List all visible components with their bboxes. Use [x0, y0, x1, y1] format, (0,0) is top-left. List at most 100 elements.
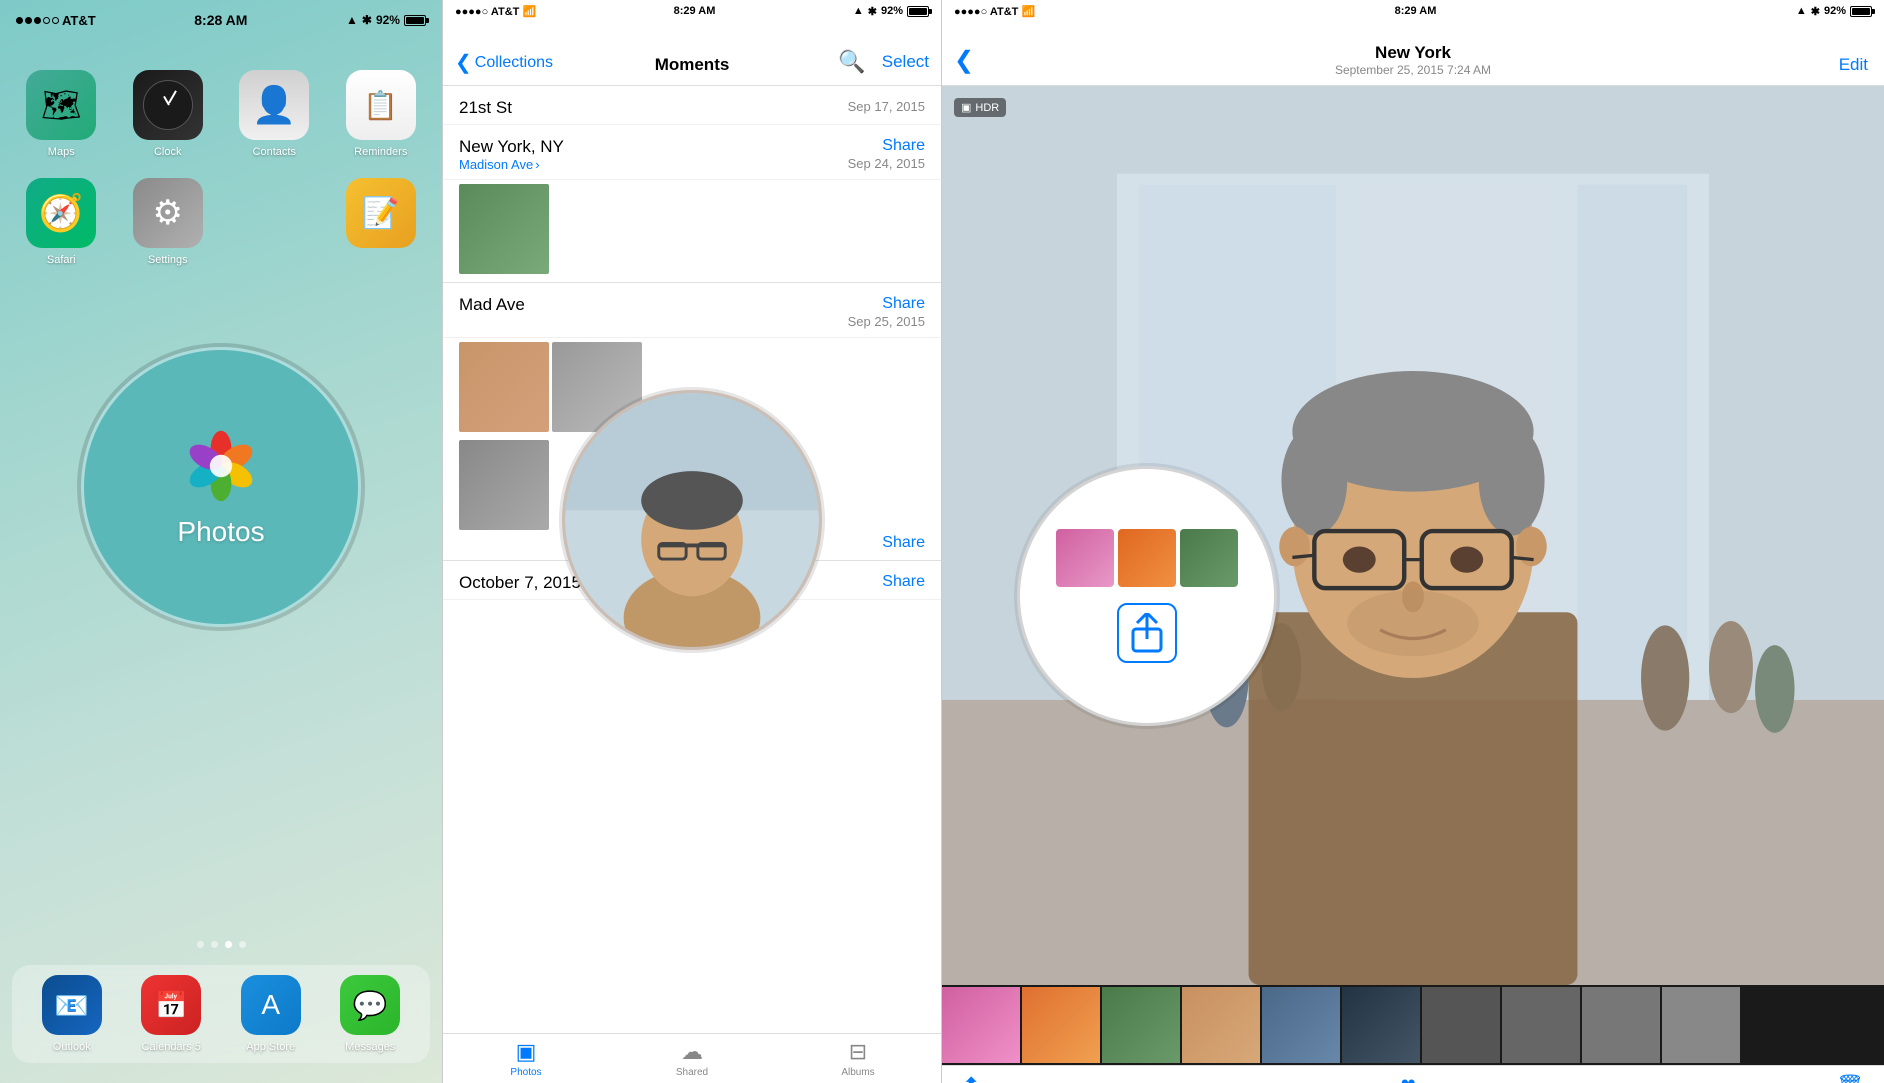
collections-back-button[interactable]: ❮ Collections — [455, 50, 553, 75]
strip-thumb-1[interactable] — [942, 987, 1020, 1063]
app-item-yellow[interactable]: 📝 — [338, 178, 425, 266]
search-button[interactable]: 🔍 — [838, 49, 865, 75]
moment-madave-share[interactable]: Share — [848, 295, 925, 313]
clock-app-icon[interactable] — [133, 70, 203, 140]
contacts-icon-symbol: 👤 — [252, 84, 297, 126]
strip-thumb-9[interactable] — [1582, 987, 1660, 1063]
share-thumb-3[interactable] — [1180, 529, 1238, 587]
wifi-p2: 📶 — [522, 6, 536, 18]
moment-ny-share[interactable]: Share — [848, 137, 925, 155]
strip-thumb-8[interactable] — [1502, 987, 1580, 1063]
strip-thumb-10[interactable] — [1662, 987, 1740, 1063]
share-action-button[interactable]: ⬆ — [962, 1073, 980, 1083]
photos-zoom-circle[interactable]: Photos — [81, 347, 361, 627]
share-thumb-2[interactable] — [1118, 529, 1176, 587]
tab-shared-label: Shared — [676, 1067, 708, 1078]
signal-p2: ●●●●○ — [455, 6, 488, 18]
photo-detail-back-button[interactable]: ❮ — [954, 46, 974, 75]
calendars-app-icon[interactable]: 📅 — [141, 975, 201, 1035]
reminders-icon-symbol: 📋 — [363, 89, 398, 122]
app-grid: 🗺 Maps Clock 👤 Contacts 📋 Reminders — [0, 50, 442, 286]
dock-item-messages[interactable]: 💬 Messages — [340, 975, 400, 1053]
app-item-clock[interactable]: Clock — [125, 70, 212, 158]
yellow-app-icon[interactable]: 📝 — [346, 178, 416, 248]
battery-percent-p1: 92% — [376, 13, 400, 27]
delete-button[interactable]: 🗑 — [1836, 1073, 1864, 1083]
contacts-app-icon[interactable]: 👤 — [239, 70, 309, 140]
moment-21st-date: Sep 17, 2015 — [848, 99, 925, 114]
strip-thumb-2[interactable] — [1022, 987, 1100, 1063]
home-screen-panel: AT&T 8:28 AM ▲ ✱ 92% 🗺 Maps Clock — [0, 0, 442, 1083]
app-item-contacts[interactable]: 👤 Contacts — [231, 70, 318, 158]
calendars-app-label: Calendars 5 — [142, 1041, 201, 1053]
app-item-maps[interactable]: 🗺 Maps — [18, 70, 105, 158]
status-left-p3: ●●●●○ AT&T 📶 — [954, 5, 1035, 18]
wifi-p3: 📶 — [1021, 6, 1035, 18]
photo-thumb-watch[interactable] — [459, 440, 549, 530]
maps-app-icon[interactable]: 🗺 — [26, 70, 96, 140]
strip-thumb-6[interactable] — [1342, 987, 1420, 1063]
edit-button[interactable]: Edit — [1839, 55, 1868, 75]
battery-icon-p1 — [404, 15, 426, 26]
hdr-label: HDR — [975, 102, 999, 114]
bt-p3: ✱ — [1811, 5, 1820, 18]
app-item-reminders[interactable]: 📋 Reminders — [338, 70, 425, 158]
reminders-app-label: Reminders — [354, 146, 407, 158]
battery-fill-p2 — [909, 8, 927, 15]
messages-app-icon[interactable]: 💬 — [340, 975, 400, 1035]
strip-thumb-current[interactable] — [1182, 987, 1260, 1063]
heart-button[interactable]: ♥ — [1401, 1070, 1416, 1083]
photo-thumb-green[interactable] — [459, 184, 549, 274]
settings-app-icon[interactable]: ⚙ — [133, 178, 203, 248]
dock-item-appstore[interactable]: A App Store — [241, 975, 301, 1053]
tab-shared[interactable]: ☁ Shared — [609, 1039, 775, 1078]
face-svg — [565, 393, 819, 647]
outlook-app-icon[interactable]: 📧 — [42, 975, 102, 1035]
gps-p3: ▲ — [1796, 5, 1807, 17]
clock-app-label: Clock — [154, 146, 182, 158]
strip-thumb-3[interactable] — [1102, 987, 1180, 1063]
strip-thumb-5[interactable] — [1262, 987, 1340, 1063]
reminders-app-icon[interactable]: 📋 — [346, 70, 416, 140]
contacts-app-label: Contacts — [253, 146, 296, 158]
page-dot-1 — [197, 941, 204, 948]
app-item-settings[interactable]: ⚙ Settings — [125, 178, 212, 266]
moment-madave-date-share: Share Sep 25, 2015 — [848, 295, 925, 331]
hdr-badge: ▣ HDR — [954, 98, 1006, 117]
moment-ny-sublocation[interactable]: Madison Ave › — [459, 157, 564, 172]
share-upload-button[interactable] — [1117, 603, 1177, 663]
moment-oct7-share[interactable]: Share — [882, 573, 925, 591]
signal-dot-4 — [43, 17, 50, 24]
appstore-app-label: App Store — [246, 1041, 295, 1053]
moment-ny-location-block: New York, NY Madison Ave › — [459, 137, 564, 172]
signal-strength — [16, 17, 59, 24]
tab-photos[interactable]: ▣ Photos — [443, 1039, 609, 1078]
strip-thumb-7[interactable] — [1422, 987, 1500, 1063]
carrier-p2: AT&T — [491, 6, 523, 18]
moment-group-21st: 21st St Sep 17, 2015 — [443, 86, 941, 125]
app-item-safari[interactable]: 🧭 Safari — [18, 178, 105, 266]
share-link-2[interactable]: Share — [882, 534, 925, 551]
gps-icon: ▲ — [346, 13, 358, 27]
share-thumb-1[interactable] — [1056, 529, 1114, 587]
signal-dot-5 — [52, 17, 59, 24]
messages-icon-symbol: 💬 — [353, 989, 388, 1022]
moment-header-21st: 21st St Sep 17, 2015 — [443, 86, 941, 125]
battery-fill-p1 — [406, 17, 424, 24]
tab-albums[interactable]: ⊟ Albums — [775, 1039, 941, 1078]
photo-bottom-actions: ⬆ ♥ 🗑 — [942, 1065, 1884, 1083]
photo-thumb-face[interactable] — [459, 342, 549, 432]
photo-detail-panel: ●●●●○ AT&T 📶 8:29 AM ▲ ✱ 92% ❮ New York … — [942, 0, 1884, 1083]
safari-app-label: Safari — [47, 254, 76, 266]
dock-item-calendars[interactable]: 📅 Calendars 5 — [141, 975, 201, 1053]
photo-thumbnail-strip[interactable] — [942, 985, 1884, 1065]
status-bar-panel1: AT&T 8:28 AM ▲ ✱ 92% — [0, 0, 442, 40]
dock-item-outlook[interactable]: 📧 Outlook — [42, 975, 102, 1053]
safari-app-icon[interactable]: 🧭 — [26, 178, 96, 248]
tab-albums-icon: ⊟ — [849, 1039, 867, 1065]
select-button[interactable]: Select — [882, 52, 929, 72]
appstore-app-icon[interactable]: A — [241, 975, 301, 1035]
photo-detail-nav-bar: ❮ New York September 25, 2015 7:24 AM Ed… — [942, 22, 1884, 86]
moment-21st-loc-text: 21st St — [459, 98, 512, 118]
page-dot-4 — [239, 941, 246, 948]
